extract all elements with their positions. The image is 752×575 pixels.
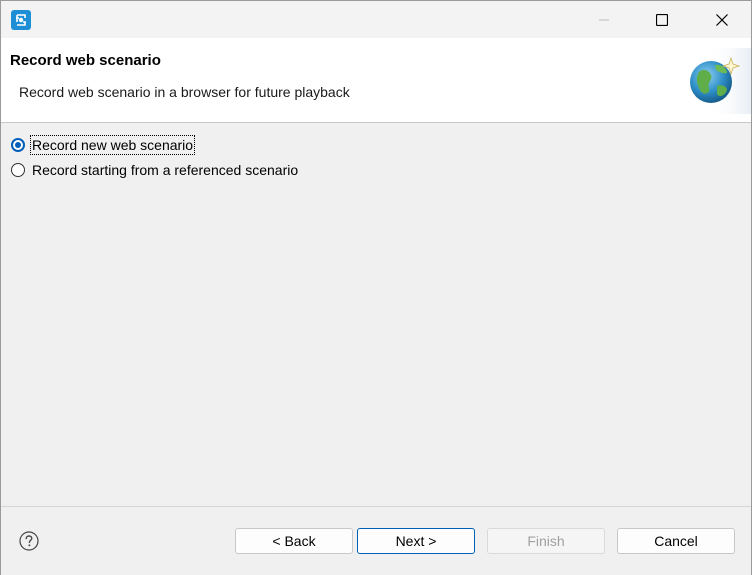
globe-sparkle-icon <box>687 48 751 114</box>
radio-label-record-new[interactable]: Record new web scenario <box>29 135 196 155</box>
close-icon <box>716 13 728 26</box>
maximize-button[interactable] <box>633 1 691 38</box>
minimize-icon <box>599 19 609 20</box>
next-button[interactable]: Next > <box>357 528 475 554</box>
page-title: Record web scenario <box>10 52 161 69</box>
radio-record-new[interactable]: Record new web scenario <box>11 135 196 155</box>
help-icon <box>19 531 39 551</box>
close-button[interactable] <box>693 1 751 38</box>
wizard-body: Record new web scenario Record starting … <box>1 123 751 506</box>
wizard-footer: < Back Next > Finish Cancel <box>1 506 751 575</box>
finish-button[interactable]: Finish <box>487 528 605 554</box>
radio-button-unchecked[interactable] <box>11 163 25 177</box>
radio-label-record-referenced[interactable]: Record starting from a referenced scenar… <box>31 161 299 179</box>
wizard-window: Record web scenario Record web scenario … <box>0 0 752 575</box>
page-description: Record web scenario in a browser for fut… <box>19 84 350 100</box>
eclipse-app-icon <box>11 10 31 30</box>
wizard-header: Record web scenario Record web scenario … <box>1 38 751 123</box>
cancel-button[interactable]: Cancel <box>617 528 735 554</box>
minimize-button[interactable] <box>575 1 633 38</box>
radio-record-referenced[interactable]: Record starting from a referenced scenar… <box>11 160 299 180</box>
radio-button-checked[interactable] <box>11 138 25 152</box>
back-button[interactable]: < Back <box>235 528 353 554</box>
help-button[interactable] <box>19 531 39 551</box>
title-bar[interactable] <box>1 1 751 38</box>
maximize-icon <box>656 13 668 26</box>
